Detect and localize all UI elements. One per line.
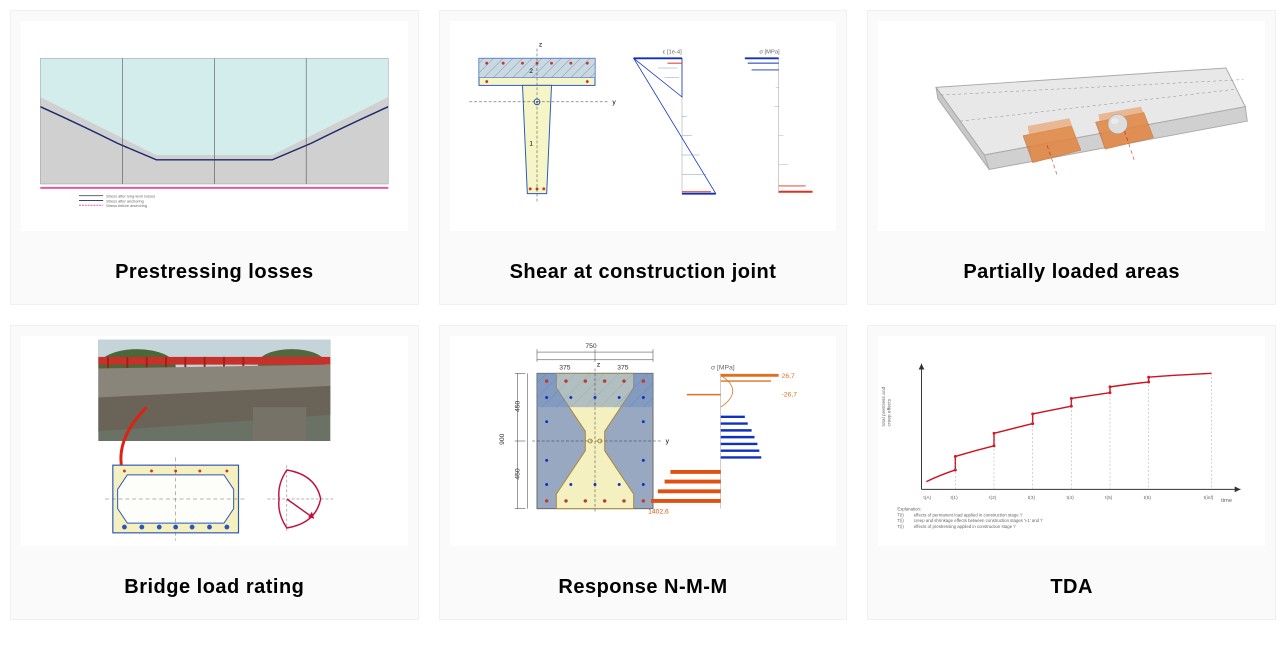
svg-text:t(4): t(4) [1067,495,1075,501]
card-title: Shear at construction joint [510,261,777,284]
response-nmm-diagram: 750 375 375 900 450 450 [450,336,837,546]
svg-text:z: z [539,42,543,49]
svg-text:1: 1 [529,140,533,147]
svg-text:y: y [665,438,669,445]
partially-loaded-3d-diagram [878,21,1265,231]
svg-text:t(6): t(6) [1144,495,1152,501]
svg-text:375: 375 [559,364,571,371]
svg-text:t(2): t(2) [989,495,997,501]
card-title: Bridge load rating [124,576,304,599]
card-title: TDA [1050,576,1093,599]
bridge-load-rating-diagram [21,336,408,546]
svg-text:t(1): t(1) [951,495,959,501]
card-title: Partially loaded areas [963,261,1180,284]
svg-text:creep and shrinkage effects be: creep and shrinkage effects between cons… [914,518,1043,523]
card-tda[interactable]: total prestress and creep effects time [867,325,1276,620]
svg-text:time: time [1221,498,1232,504]
prestressing-losses-diagram: Stress after long-term losses Stress aft… [21,21,408,231]
svg-text:t(A): t(A) [924,495,932,501]
svg-text:total prestress and: total prestress and [881,386,887,426]
svg-text:26,7: 26,7 [781,373,794,380]
card-title: Prestressing losses [115,261,314,284]
svg-text:450: 450 [514,468,521,480]
svg-text:y: y [612,99,616,106]
svg-text:σ [MPa]: σ [MPa] [759,49,780,55]
svg-text:z: z [597,362,601,369]
svg-text:900: 900 [499,433,506,445]
svg-text:-26,7: -26,7 [781,392,797,399]
svg-text:T(i): T(i) [898,524,905,529]
svg-text:T(i): T(i) [898,512,905,517]
card-bridge-load-rating[interactable]: Bridge load rating [10,325,419,620]
svg-text:creep effects: creep effects [887,398,893,426]
svg-text:σ [MPa]: σ [MPa] [711,364,735,371]
svg-text:effects of permanent load appl: effects of permanent load applied in con… [914,512,1023,517]
svg-text:t(inf): t(inf) [1204,495,1214,501]
svg-text:375: 375 [617,364,629,371]
shear-joint-diagram: z y 2 1 ε [1e-4] [450,21,837,231]
card-response-nmm[interactable]: 750 375 375 900 450 450 [439,325,848,620]
svg-text:ε [1e-4]: ε [1e-4] [662,49,681,55]
svg-text:Stress after anchoring: Stress after anchoring [106,199,144,203]
svg-text:Explanation:: Explanation: [898,507,922,512]
svg-text:effects of prestressing applie: effects of prestressing applied in const… [914,524,1016,529]
card-shear-construction-joint[interactable]: z y 2 1 ε [1e-4] [439,10,848,305]
svg-text:t(3): t(3) [1028,495,1036,501]
card-prestressing-losses[interactable]: Stress after long-term losses Stress aft… [10,10,419,305]
svg-text:Stress after long-term losses: Stress after long-term losses [106,195,155,199]
tda-chart: total prestress and creep effects time [878,336,1265,546]
card-partially-loaded-areas[interactable]: Partially loaded areas [867,10,1276,305]
svg-text:2: 2 [529,68,533,75]
svg-text:450: 450 [514,400,521,412]
svg-text:t(5): t(5) [1105,495,1113,501]
card-title: Response N-M-M [558,576,727,599]
svg-text:Stress before anchoring: Stress before anchoring [106,204,147,208]
svg-text:750: 750 [585,343,597,350]
svg-text:1402,6: 1402,6 [648,509,669,516]
svg-text:T(i): T(i) [898,518,905,523]
feature-grid: Stress after long-term losses Stress aft… [10,10,1276,620]
